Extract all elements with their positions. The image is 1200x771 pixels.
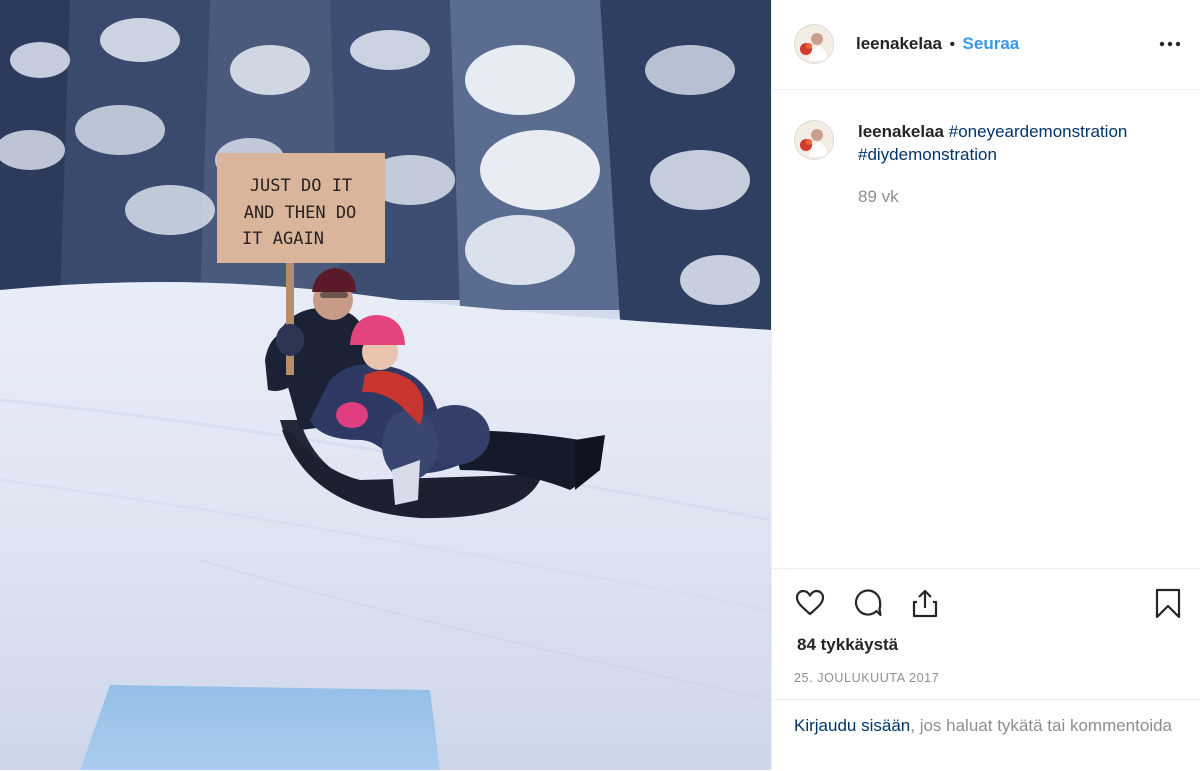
- post-date[interactable]: 25. JOULUKUUTA 2017: [794, 671, 939, 685]
- bookmark-icon[interactable]: [1152, 587, 1184, 619]
- more-options-icon[interactable]: [1158, 30, 1182, 54]
- sign-line-2: AND THEN DO: [244, 203, 357, 223]
- sign-line-1: JUST DO IT: [250, 176, 352, 196]
- login-link[interactable]: Kirjaudu sisään: [794, 716, 910, 735]
- post-time-ago[interactable]: 89 vk: [858, 187, 899, 207]
- share-icon[interactable]: [909, 587, 941, 619]
- login-prompt: Kirjaudu sisään, jos haluat tykätä tai k…: [772, 699, 1200, 771]
- snowy-trees: [0, 0, 771, 330]
- login-prompt-text: , jos haluat tykätä tai kommentoida: [910, 716, 1172, 735]
- avatar-image: [795, 25, 833, 63]
- heart-icon[interactable]: [794, 587, 826, 619]
- hashtag-link[interactable]: #oneyeardemonstration: [949, 122, 1128, 141]
- header-username[interactable]: leenakelaa: [856, 34, 942, 53]
- action-bar: 84 tykkäystä 25. JOULUKUUTA 2017 Kirjaud…: [772, 568, 1200, 771]
- post-header: leenakelaa • Seuraa: [772, 0, 1200, 90]
- post-photo[interactable]: JUST DO IT AND THEN DO IT AGAIN: [0, 0, 771, 770]
- post-sidebar: leenakelaa • Seuraa leenakelaa #oneyeard…: [771, 0, 1200, 770]
- comment-icon[interactable]: [852, 587, 884, 619]
- hashtag-link[interactable]: #diydemonstration: [858, 145, 997, 164]
- caption-avatar[interactable]: [794, 120, 834, 160]
- caption-text: leenakelaa #oneyeardemonstration #diydem…: [858, 120, 1188, 166]
- follow-button[interactable]: Seuraa: [963, 34, 1020, 53]
- sign-line-3: IT AGAIN: [242, 229, 324, 249]
- likes-count[interactable]: 84 tykkäystä: [797, 635, 898, 655]
- caption-avatar-image: [795, 121, 833, 159]
- caption-username[interactable]: leenakelaa: [858, 122, 944, 141]
- protest-sign: JUST DO IT AND THEN DO IT AGAIN: [217, 153, 385, 263]
- avatar[interactable]: [794, 24, 834, 64]
- header-separator: •: [949, 36, 956, 53]
